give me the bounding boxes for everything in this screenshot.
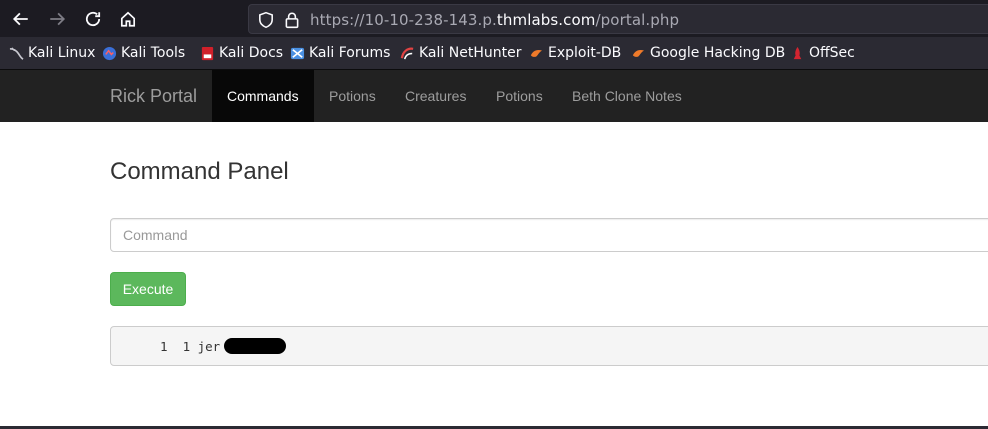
browser-toolbar: https://10-10-238-143.p.thmlabs.com/port… xyxy=(0,0,988,37)
bookmark-label: Exploit-DB xyxy=(548,45,622,61)
site-navbar: Rick Portal Commands Potions Creatures P… xyxy=(0,70,988,122)
bookmark-label: Kali NetHunter xyxy=(419,45,522,61)
kali-forums-icon xyxy=(290,47,305,59)
commands-input[interactable] xyxy=(110,218,988,252)
bookmarks-bar: Kali Linux Kali Tools Kali Docs Kali For… xyxy=(0,37,988,70)
bookmark-google-hacking-db[interactable]: Google Hacking DB xyxy=(631,44,785,62)
bookmark-label: Kali Docs xyxy=(219,45,284,61)
url-host: thmlabs.com xyxy=(496,11,596,29)
tracking-shield-icon[interactable] xyxy=(257,11,275,29)
page-title: Command Panel xyxy=(110,158,289,185)
exploit-db-icon xyxy=(530,49,543,57)
nav-creatures[interactable]: Creatures xyxy=(390,70,481,122)
home-icon[interactable] xyxy=(117,8,139,30)
bookmark-label: Kali Tools xyxy=(121,45,186,61)
kali-dragon-icon xyxy=(9,46,24,60)
url-bar[interactable]: https://10-10-238-143.p.thmlabs.com/port… xyxy=(248,4,988,34)
nav-commands[interactable]: Commands xyxy=(212,70,314,122)
url-prefix: https://10-10-238-143.p. xyxy=(310,11,497,29)
bookmark-label: Kali Linux xyxy=(28,45,96,61)
redaction-mark xyxy=(224,338,286,354)
bookmark-kali-tools[interactable]: Kali Tools xyxy=(102,44,185,62)
kali-tools-icon xyxy=(102,46,117,60)
bookmark-exploit-db[interactable]: Exploit-DB xyxy=(529,44,621,62)
bookmark-kali-nethunter[interactable]: Kali NetHunter xyxy=(400,44,521,62)
kali-docs-icon xyxy=(201,46,214,60)
ghdb-icon xyxy=(632,49,645,57)
bookmark-kali-linux[interactable]: Kali Linux xyxy=(9,44,95,62)
nav-potions[interactable]: Potions xyxy=(314,70,391,122)
brand-link[interactable]: Rick Portal xyxy=(110,86,197,107)
bookmark-kali-forums[interactable]: Kali Forums xyxy=(290,44,390,62)
bookmark-label: OffSec xyxy=(809,45,855,61)
lock-icon[interactable] xyxy=(283,11,301,29)
bookmark-offsec[interactable]: OffSec xyxy=(790,44,855,62)
bookmark-label: Kali Forums xyxy=(309,45,391,61)
bookmark-label: Google Hacking DB xyxy=(650,45,786,61)
url-path: /portal.php xyxy=(595,11,680,29)
bookmark-kali-docs[interactable]: Kali Docs xyxy=(200,44,283,62)
forward-arrow-icon[interactable] xyxy=(46,8,68,30)
nav-potions-2[interactable]: Potions xyxy=(481,70,558,122)
back-arrow-icon[interactable] xyxy=(10,8,32,30)
output-text: 1 1 jer xyxy=(160,339,221,354)
reload-icon[interactable] xyxy=(82,8,104,30)
nethunter-icon xyxy=(400,47,414,59)
nav-beth-clone-notes[interactable]: Beth Clone Notes xyxy=(557,70,697,122)
offsec-icon xyxy=(793,46,802,59)
url-text: https://10-10-238-143.p.thmlabs.com/port… xyxy=(310,11,679,29)
execute-button[interactable]: Execute xyxy=(110,272,186,306)
